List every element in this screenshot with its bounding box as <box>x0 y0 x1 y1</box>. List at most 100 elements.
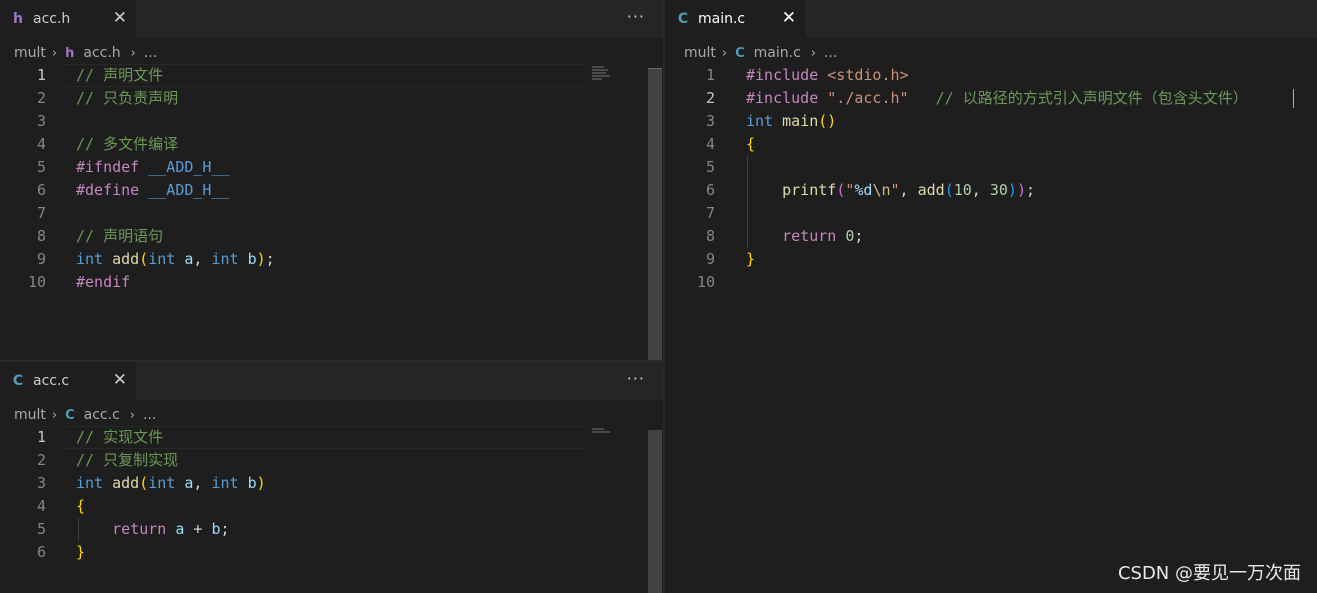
code-line[interactable]: 10 <box>665 271 1317 294</box>
code-line[interactable]: 5 #ifndef __ADD_H__ <box>0 156 663 179</box>
code-text[interactable]: #endif <box>76 271 130 294</box>
line-number: 8 <box>705 227 715 245</box>
horizontal-splitter[interactable] <box>0 360 663 362</box>
tab-bar: C acc.c ✕ ··· <box>0 362 663 400</box>
line-number: 3 <box>705 112 715 130</box>
code-text[interactable]: int add(int a, int b) <box>76 472 266 495</box>
code-token: #ifndef <box>76 158 149 176</box>
line-number: 4 <box>705 135 715 153</box>
code-line[interactable]: 8 return 0; <box>665 225 1317 248</box>
text-cursor <box>1293 89 1294 108</box>
code-line[interactable]: 4{ <box>665 133 1317 156</box>
code-lines[interactable]: 1// 实现文件 2// 只复制实现 3 int add(int a, int b) 4… <box>0 426 663 564</box>
code-line[interactable]: 3 int main() <box>665 110 1317 133</box>
code-text[interactable]: #include <stdio.h> <box>746 64 909 87</box>
breadcrumb-symbols[interactable]: ... <box>144 45 157 61</box>
code-token: " <box>890 181 900 199</box>
code-text[interactable]: printf("%d\n", add(10, 30)); <box>746 179 1035 202</box>
line-number: 4 <box>36 497 46 515</box>
line-number: 3 <box>36 474 46 492</box>
minimap[interactable] <box>592 66 616 81</box>
code-line[interactable]: 2 // 只复制实现 <box>0 449 663 472</box>
code-lines[interactable]: 1 // 声明文件 2 // 只负责声明 3 4 // 多文件编译 5 #ifndef __AD… <box>0 64 663 294</box>
code-text[interactable]: int add(int a, int b); <box>76 248 275 271</box>
vertical-scrollbar[interactable] <box>648 430 662 593</box>
code-text[interactable]: return a + b; <box>76 518 229 541</box>
code-line[interactable]: 6} <box>0 541 663 564</box>
code-line[interactable]: 3 <box>0 110 663 133</box>
code-line[interactable]: 1 #include <stdio.h> <box>665 64 1317 87</box>
line-number: 5 <box>36 158 46 176</box>
code-line[interactable]: 9 int add(int a, int b); <box>0 248 663 271</box>
breadcrumb-file[interactable]: acc.c <box>84 407 120 423</box>
code-editor[interactable]: 1 #include <stdio.h> 2 #include "./acc.h" /… <box>665 64 1317 593</box>
code-token: return <box>112 520 167 538</box>
code-line[interactable]: 2 #include "./acc.h" // 以路径的方式引入声明文件（包含头文… <box>665 87 1317 110</box>
code-line[interactable]: 4 // 多文件编译 <box>0 133 663 156</box>
code-text[interactable]: } <box>746 248 755 271</box>
code-text[interactable]: #define __ADD_H__ <box>76 179 230 202</box>
code-line[interactable]: 5 return a + b; <box>0 518 663 541</box>
code-text[interactable]: // 声明语句 <box>76 225 163 248</box>
breadcrumb-folder[interactable]: mult <box>14 407 46 423</box>
code-text[interactable]: // 声明文件 <box>76 64 163 87</box>
tab-acc-h[interactable]: h acc.h ✕ <box>0 0 137 38</box>
more-actions-icon[interactable]: ··· <box>627 7 645 26</box>
code-line[interactable]: 2 // 只负责声明 <box>0 87 663 110</box>
chevron-right-icon: › <box>810 45 816 61</box>
vertical-splitter[interactable] <box>663 0 665 593</box>
code-line[interactable]: 3 int add(int a, int b) <box>0 472 663 495</box>
code-line[interactable]: 8 // 声明语句 <box>0 225 663 248</box>
vertical-scrollbar[interactable] <box>648 68 662 360</box>
code-text[interactable]: return 0; <box>746 225 863 248</box>
code-text[interactable]: // 实现文件 <box>76 426 163 449</box>
code-token: int <box>211 250 239 268</box>
code-text[interactable]: { <box>746 133 755 156</box>
code-line[interactable]: 1 // 实现文件 <box>0 426 663 449</box>
breadcrumb-symbols[interactable]: ... <box>824 45 837 61</box>
code-token: ; <box>265 250 275 268</box>
code-editor[interactable]: 1 // 声明文件 2 // 只负责声明 3 4 // 多文件编译 5 #ifndef __AD… <box>0 64 663 360</box>
breadcrumb-file[interactable]: main.c <box>754 45 801 61</box>
code-token: 30 <box>989 181 1008 199</box>
code-line[interactable]: 9} <box>665 248 1317 271</box>
code-text[interactable]: } <box>76 541 85 564</box>
breadcrumb-folder[interactable]: mult <box>14 45 46 61</box>
code-line[interactable]: 1 // 声明文件 <box>0 64 663 87</box>
code-text[interactable]: // 只复制实现 <box>76 449 178 472</box>
code-text[interactable]: // 多文件编译 <box>76 133 178 156</box>
editor-group-acc-h: h acc.h ✕ ··· mult › h acc.h › ... 1 // 声… <box>0 0 663 360</box>
code-text[interactable]: int main() <box>746 110 836 133</box>
breadcrumb: mult › h acc.h › ... <box>14 42 157 64</box>
code-line[interactable]: 7 <box>0 202 663 225</box>
code-line[interactable]: 5 <box>665 156 1317 179</box>
minimap[interactable] <box>592 428 616 434</box>
code-text[interactable]: { <box>76 495 85 518</box>
line-number: 10 <box>27 273 46 291</box>
breadcrumb-folder[interactable]: mult <box>684 45 716 61</box>
code-text[interactable]: // 只负责声明 <box>76 87 178 110</box>
scrollbar-thumb[interactable] <box>648 430 662 593</box>
close-icon[interactable]: ✕ <box>113 370 127 390</box>
code-editor[interactable]: 1// 实现文件 2// 只复制实现 3 int add(int a, int b) 4… <box>0 426 663 593</box>
code-line[interactable]: 6 printf("%d\n", add(10, 30)); <box>665 179 1317 202</box>
code-lines[interactable]: 1 #include <stdio.h> 2 #include "./acc.h" /… <box>665 64 1317 294</box>
tab-acc-c[interactable]: C acc.c ✕ <box>0 362 137 400</box>
code-line[interactable]: 7 <box>665 202 1317 225</box>
tab-main-c[interactable]: C main.c ✕ <box>665 0 806 38</box>
breadcrumb-file[interactable]: acc.h <box>83 45 120 61</box>
code-token: %d <box>854 181 873 199</box>
code-line[interactable]: 6 #define __ADD_H__ <box>0 179 663 202</box>
code-line[interactable]: 10 #endif <box>0 271 663 294</box>
code-text[interactable]: #include "./acc.h" // 以路径的方式引入声明文件（包含头文件… <box>746 87 1248 110</box>
code-line[interactable]: 4{ <box>0 495 663 518</box>
scrollbar-thumb[interactable] <box>648 68 662 360</box>
code-text[interactable]: #ifndef __ADD_H__ <box>76 156 230 179</box>
breadcrumb-symbols[interactable]: ... <box>143 407 156 423</box>
code-token: #endif <box>76 273 131 291</box>
more-actions-icon[interactable]: ··· <box>627 369 645 388</box>
close-icon[interactable]: ✕ <box>113 8 127 28</box>
close-icon[interactable]: ✕ <box>782 8 796 28</box>
breadcrumb: mult › C main.c › ... <box>684 42 837 64</box>
